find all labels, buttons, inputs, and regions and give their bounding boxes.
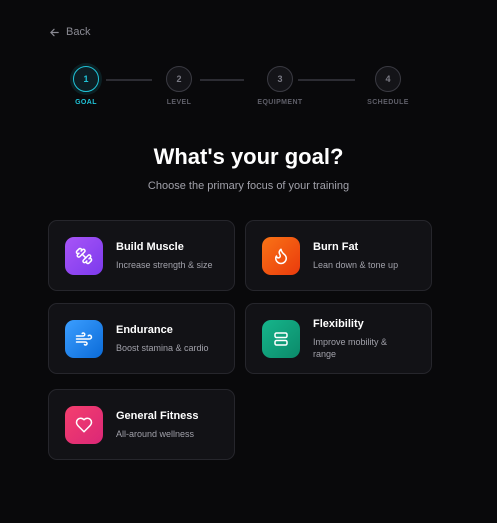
step-equipment: 3 EQUIPMENT (240, 66, 320, 106)
page-title: What's your goal? (153, 144, 344, 169)
goal-description: All-around wellness (116, 428, 195, 439)
goal-description: Boost stamina & cardio (116, 342, 209, 353)
goal-card-build-muscle[interactable]: Build Muscle Increase strength & size (48, 220, 235, 291)
wind-icon (75, 332, 93, 346)
goal-icon-tile (262, 320, 300, 358)
goal-title: Endurance (116, 323, 173, 336)
arrow-left-icon (50, 28, 59, 36)
goal-card-burn-fat[interactable]: Burn Fat Lean down & tone up (245, 220, 432, 291)
goal-icon-tile (65, 406, 103, 444)
goal-title: Burn Fat (313, 240, 359, 253)
back-label: Back (66, 26, 91, 38)
goal-description: Increase strength & size (116, 259, 213, 270)
step-number: 3 (267, 66, 293, 92)
step-label: SCHEDULE (367, 99, 409, 106)
goal-description: Improve mobility & range (313, 336, 388, 359)
goal-icon-tile (262, 237, 300, 275)
stretch-icon (274, 332, 288, 346)
step-schedule: 4 SCHEDULE (348, 66, 428, 106)
progress-stepper: 1 GOAL 2 LEVEL 3 EQUIPMENT 4 SCHEDULE (0, 66, 497, 116)
step-level: 2 LEVEL (139, 66, 219, 106)
goal-description: Lean down & tone up (313, 259, 399, 270)
goal-icon-tile (65, 320, 103, 358)
step-goal: 1 GOAL (46, 66, 126, 106)
back-button[interactable]: Back (49, 26, 90, 38)
step-number: 1 (73, 66, 99, 92)
step-number: 4 (375, 66, 401, 92)
step-number: 2 (166, 66, 192, 92)
dumbbell-icon (75, 247, 93, 265)
page-subtitle: Choose the primary focus of your trainin… (147, 180, 350, 192)
step-label: EQUIPMENT (257, 99, 303, 106)
goal-icon-tile (65, 237, 103, 275)
step-label: GOAL (75, 99, 97, 106)
goal-title: Flexibility (313, 317, 364, 330)
goal-title: General Fitness (116, 409, 199, 422)
heart-icon (75, 417, 93, 433)
flame-icon (275, 248, 287, 265)
goal-card-general-fitness[interactable]: General Fitness All-around wellness (48, 389, 235, 460)
goal-card-endurance[interactable]: Endurance Boost stamina & cardio (48, 303, 235, 374)
goal-title: Build Muscle (116, 240, 184, 253)
goal-card-flexibility[interactable]: Flexibility Improve mobility & range (245, 303, 432, 374)
step-label: LEVEL (166, 99, 192, 106)
